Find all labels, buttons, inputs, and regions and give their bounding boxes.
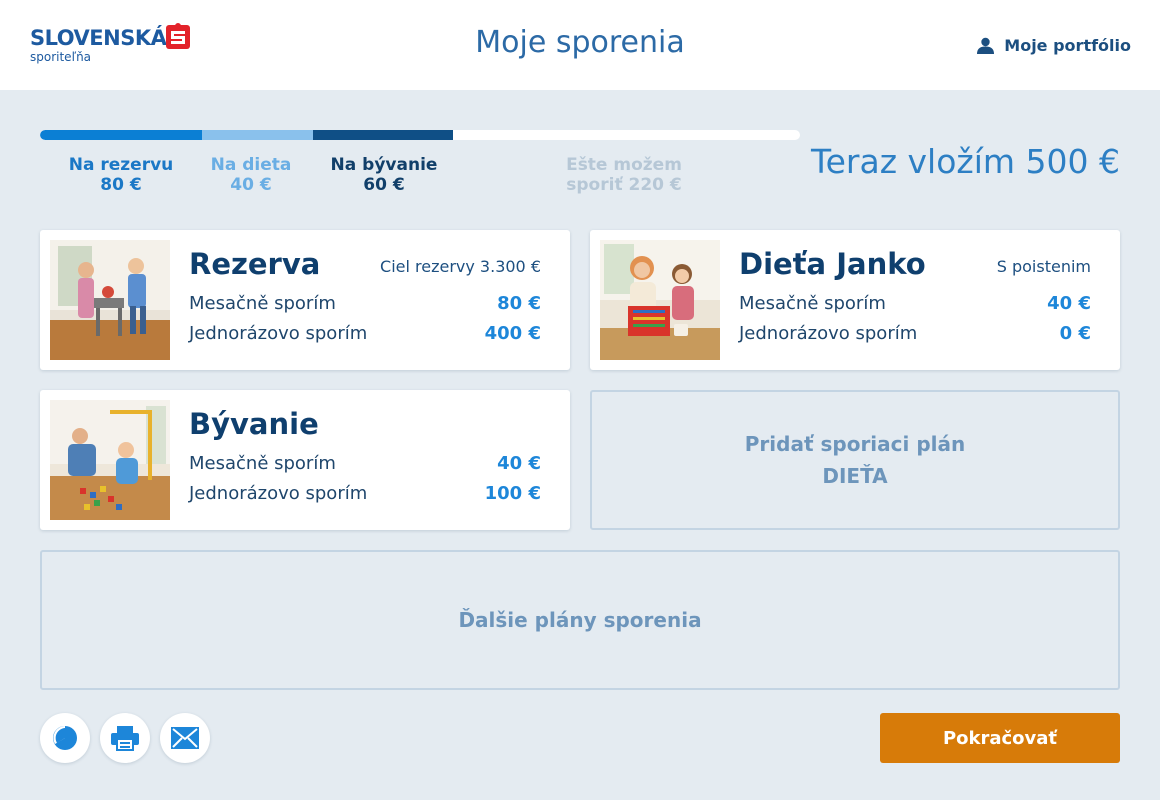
print-button[interactable] (100, 713, 150, 763)
remaining-line-2: sporiť 220 € (566, 175, 682, 195)
more-plans-label: Ďalšie plány sporenia (458, 608, 702, 632)
progress-label-housing-amount: 60 € (363, 175, 405, 195)
card-title: Rezerva (189, 247, 321, 281)
plan-card-housing[interactable]: Bývanie Mesačně sporím 40 € Jednorázovo … (40, 390, 570, 530)
portfolio-label: Moje portfólio (1004, 36, 1131, 55)
monthly-value: 80 € (497, 293, 541, 314)
card-title: Dieťa Janko (739, 247, 926, 281)
chart-button[interactable] (40, 713, 90, 763)
progress-label-reserve-amount: 80 € (100, 175, 142, 195)
progress-label-child-name: Na dieta (210, 155, 292, 175)
monthly-label: Mesačně sporím (739, 293, 886, 314)
onetime-label: Jednorázovo sporím (739, 323, 918, 344)
monthly-value: 40 € (1047, 293, 1091, 314)
progress-label-housing: Na bývanie 60 € (327, 155, 441, 195)
pie-chart-icon (53, 726, 77, 750)
insurance-note: S poistenim (996, 257, 1091, 276)
progress-segment-child (202, 130, 313, 140)
savings-progress-bar (40, 130, 800, 140)
remaining-line-1: Ešte možem (566, 155, 682, 175)
header: SLOVENSKÁ sporiteľňa Moje sporenia Moje … (0, 0, 1160, 90)
deposit-total: Teraz vložím 500 € (811, 142, 1120, 181)
progress-label-reserve-name: Na rezervu (68, 155, 174, 175)
monthly-label: Mesačně sporím (189, 453, 336, 474)
reserve-photo (50, 240, 170, 360)
monthly-value: 40 € (497, 453, 541, 474)
child-photo (600, 240, 720, 360)
progress-label-housing-name: Na bývanie (330, 155, 438, 175)
onetime-label: Jednorázovo sporím (189, 323, 368, 344)
onetime-value: 0 € (1059, 323, 1091, 344)
more-plans-button[interactable]: Ďalšie plány sporenia (40, 550, 1120, 690)
progress-label-child-amount: 40 € (230, 175, 272, 195)
onetime-value: 400 € (484, 323, 541, 344)
onetime-value: 100 € (484, 483, 541, 504)
user-icon (977, 37, 995, 54)
onetime-label: Jednorázovo sporím (189, 483, 368, 504)
progress-label-remaining: Ešte možem sporiť 220 € (560, 155, 688, 195)
plan-card-reserve[interactable]: Rezerva Ciel rezervy 3.300 € Mesačně spo… (40, 230, 570, 370)
add-plan-type: DIEŤA (822, 464, 888, 488)
add-plan-label: Pridať sporiaci plán (744, 432, 966, 456)
reserve-goal-note: Ciel rezervy 3.300 € (380, 257, 541, 276)
progress-segment-reserve (40, 130, 202, 140)
progress-label-reserve: Na rezervu 80 € (65, 155, 177, 195)
envelope-icon (171, 727, 199, 749)
progress-label-child: Na dieta 40 € (200, 155, 302, 195)
continue-button[interactable]: Pokračovať (880, 713, 1120, 763)
monthly-label: Mesačně sporím (189, 293, 336, 314)
portfolio-link[interactable]: Moje portfólio (977, 36, 1131, 55)
printer-icon (111, 726, 139, 751)
housing-photo (50, 400, 170, 520)
email-button[interactable] (160, 713, 210, 763)
progress-segment-housing (313, 130, 453, 140)
plan-card-child[interactable]: Dieťa Janko S poistenim Mesačně sporím 4… (590, 230, 1120, 370)
card-title: Bývanie (189, 407, 319, 441)
add-child-plan-button[interactable]: Pridať sporiaci plán DIEŤA (590, 390, 1120, 530)
